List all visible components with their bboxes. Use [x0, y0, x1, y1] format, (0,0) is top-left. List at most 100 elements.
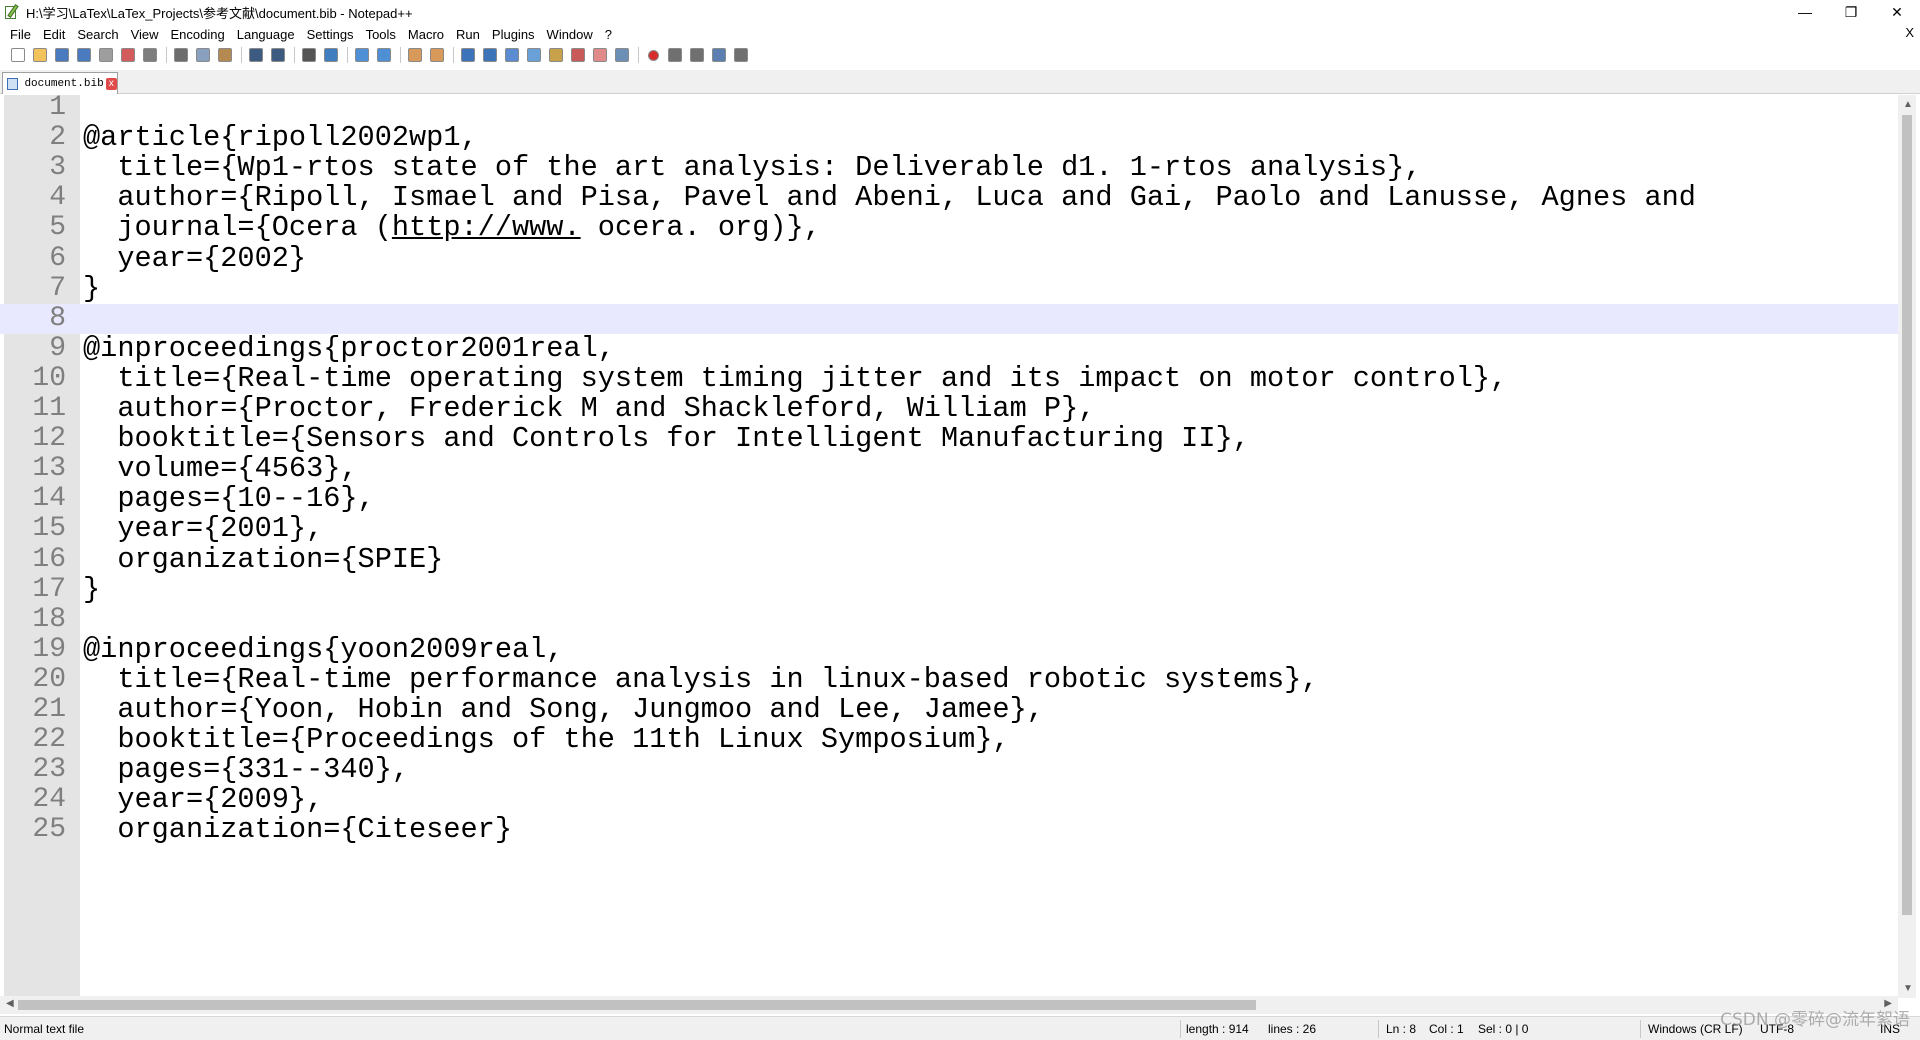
line-text[interactable]: volume={4563}, — [83, 454, 357, 484]
line-text[interactable]: year={2002} — [83, 243, 306, 274]
paste-button[interactable] — [215, 46, 235, 64]
show-all-chars-button[interactable] — [480, 46, 500, 64]
horizontal-scrollbar[interactable]: ◀ ▶ — [0, 996, 1898, 1014]
editor-line[interactable]: 24 year={2009}, — [0, 785, 1900, 815]
editor-line[interactable]: 8 — [0, 303, 1900, 334]
record-macro-button[interactable] — [643, 46, 663, 64]
editor-line[interactable]: 3 title={Wp1-rtos state of the art analy… — [0, 153, 1900, 183]
line-text[interactable]: title={Wp1-rtos state of the art analysi… — [83, 153, 1421, 183]
line-text[interactable]: pages={10--16}, — [83, 484, 374, 514]
zoom-in-button[interactable] — [352, 46, 372, 64]
line-text[interactable]: @inproceedings{yoon2009real, — [83, 634, 563, 665]
word-wrap-button[interactable] — [458, 46, 478, 64]
line-text[interactable]: organization={SPIE} — [83, 544, 443, 575]
language-button[interactable] — [524, 46, 544, 64]
editor-line[interactable]: 7} — [0, 273, 1900, 304]
line-text[interactable]: @article{ripoll2002wp1, — [83, 122, 478, 153]
line-text[interactable]: booktitle={Sensors and Controls for Inte… — [83, 423, 1250, 454]
editor-line[interactable]: 23 pages={331--340}, — [0, 755, 1900, 785]
menu-view[interactable]: View — [125, 27, 165, 42]
menu-run[interactable]: Run — [450, 27, 486, 42]
line-text[interactable]: title={Real-time performance analysis in… — [83, 664, 1318, 695]
menu-help[interactable]: ? — [599, 27, 618, 42]
monitoring-button[interactable] — [612, 46, 632, 64]
menu-encoding[interactable]: Encoding — [165, 27, 231, 42]
line-text[interactable]: pages={331--340}, — [83, 755, 409, 785]
line-text[interactable]: year={2009}, — [83, 785, 323, 815]
line-text[interactable]: } — [83, 273, 100, 304]
save-macro-button[interactable] — [731, 46, 751, 64]
vertical-scroll-thumb[interactable] — [1902, 115, 1912, 915]
editor-line[interactable]: 6 year={2002} — [0, 243, 1900, 274]
scroll-up-icon[interactable]: ▲ — [1903, 99, 1913, 110]
tab-close-button[interactable]: x — [105, 77, 117, 90]
menu-language[interactable]: Language — [231, 27, 301, 42]
line-text[interactable]: author={Proctor, Frederick M and Shackle… — [83, 393, 1095, 424]
editor-line[interactable]: 15 year={2001}, — [0, 514, 1900, 544]
tab-document-bib[interactable]: document.bib x — [2, 72, 118, 94]
editor-line[interactable]: 12 booktitle={Sensors and Controls for I… — [0, 423, 1900, 454]
menu-macro[interactable]: Macro — [402, 27, 450, 42]
editor-line[interactable]: 22 booktitle={Proceedings of the 11th Li… — [0, 724, 1900, 755]
url-link[interactable]: http://www. — [392, 211, 581, 244]
replace-button[interactable] — [321, 46, 341, 64]
close-window-button[interactable]: ✕ — [1874, 0, 1920, 24]
editor-line[interactable]: 16 organization={SPIE} — [0, 544, 1900, 575]
line-text[interactable]: title={Real-time operating system timing… — [83, 363, 1507, 394]
play-macro-button[interactable] — [687, 46, 707, 64]
menu-file[interactable]: File — [4, 27, 37, 42]
menu-search[interactable]: Search — [71, 27, 124, 42]
find-button[interactable] — [299, 46, 319, 64]
editor-line[interactable]: 13 volume={4563}, — [0, 454, 1900, 484]
editor-line[interactable]: 4 author={Ripoll, Ismael and Pisa, Pavel… — [0, 183, 1900, 213]
minimize-button[interactable]: — — [1782, 0, 1828, 24]
line-text[interactable]: author={Ripoll, Ismael and Pisa, Pavel a… — [83, 183, 1696, 213]
line-text[interactable]: @inproceedings{proctor2001real, — [83, 333, 615, 364]
editor-line[interactable]: 14 pages={10--16}, — [0, 484, 1900, 514]
editor-line[interactable]: 5 journal={Ocera (http://www. ocera. org… — [0, 213, 1900, 243]
line-text[interactable]: author={Yoon, Hobin and Song, Jungmoo an… — [83, 694, 1044, 725]
undo-button[interactable] — [246, 46, 266, 64]
doc-map-button[interactable] — [546, 46, 566, 64]
editor-line[interactable]: 18 — [0, 604, 1900, 635]
editor-line[interactable]: 21 author={Yoon, Hobin and Song, Jungmoo… — [0, 694, 1900, 725]
editor-line[interactable]: 25 organization={Citeseer} — [0, 815, 1900, 845]
vertical-scrollbar[interactable]: ▲ ▼ — [1898, 95, 1916, 998]
stop-macro-button[interactable] — [665, 46, 685, 64]
line-text[interactable]: organization={Citeseer} — [83, 815, 512, 845]
menu-window[interactable]: Window — [541, 27, 599, 42]
menu-settings[interactable]: Settings — [301, 27, 360, 42]
sync-horizontal-button[interactable] — [427, 46, 447, 64]
editor-line[interactable]: 20 title={Real-time performance analysis… — [0, 664, 1900, 695]
editor-line[interactable]: 2 @article{ripoll2002wp1, — [0, 122, 1900, 153]
save-all-button[interactable] — [74, 46, 94, 64]
scroll-left-icon[interactable]: ◀ — [6, 998, 14, 1009]
menu-plugins[interactable]: Plugins — [486, 27, 541, 42]
restore-button[interactable]: ❐ — [1828, 0, 1874, 24]
open-file-button[interactable] — [30, 46, 50, 64]
zoom-out-button[interactable] — [374, 46, 394, 64]
save-button[interactable] — [52, 46, 72, 64]
scroll-down-icon[interactable]: ▼ — [1903, 983, 1913, 994]
copy-button[interactable] — [193, 46, 213, 64]
editor-line[interactable]: 11 author={Proctor, Frederick M and Shac… — [0, 393, 1900, 424]
new-file-button[interactable] — [8, 46, 28, 64]
editor-area[interactable]: 1 2 @article{ripoll2002wp1, 3 title={Wp1-rt… — [0, 95, 1920, 998]
editor-line[interactable]: 19 @inproceedings{yoon2009real, — [0, 634, 1900, 665]
horizontal-scroll-thumb[interactable] — [18, 1000, 1256, 1010]
line-text[interactable]: year={2001}, — [83, 514, 323, 544]
menu-edit[interactable]: Edit — [37, 27, 71, 42]
close-document-button[interactable]: X — [1905, 25, 1914, 40]
title-bar[interactable]: H:\学习\LaTex\LaTex_Projects\参考文献\document… — [0, 0, 1920, 24]
menu-tools[interactable]: Tools — [360, 27, 402, 42]
editor-line[interactable]: 10 title={Real-time operating system tim… — [0, 363, 1900, 394]
editor-line[interactable]: 9 @inproceedings{proctor2001real, — [0, 333, 1900, 364]
line-text[interactable]: } — [83, 574, 100, 605]
line-text[interactable]: booktitle={Proceedings of the 11th Linux… — [83, 724, 1009, 755]
close-all-button[interactable] — [118, 46, 138, 64]
redo-button[interactable] — [268, 46, 288, 64]
cut-button[interactable] — [171, 46, 191, 64]
editor-line[interactable]: 17} — [0, 574, 1900, 605]
function-list-button[interactable] — [568, 46, 588, 64]
indent-guide-button[interactable] — [502, 46, 522, 64]
